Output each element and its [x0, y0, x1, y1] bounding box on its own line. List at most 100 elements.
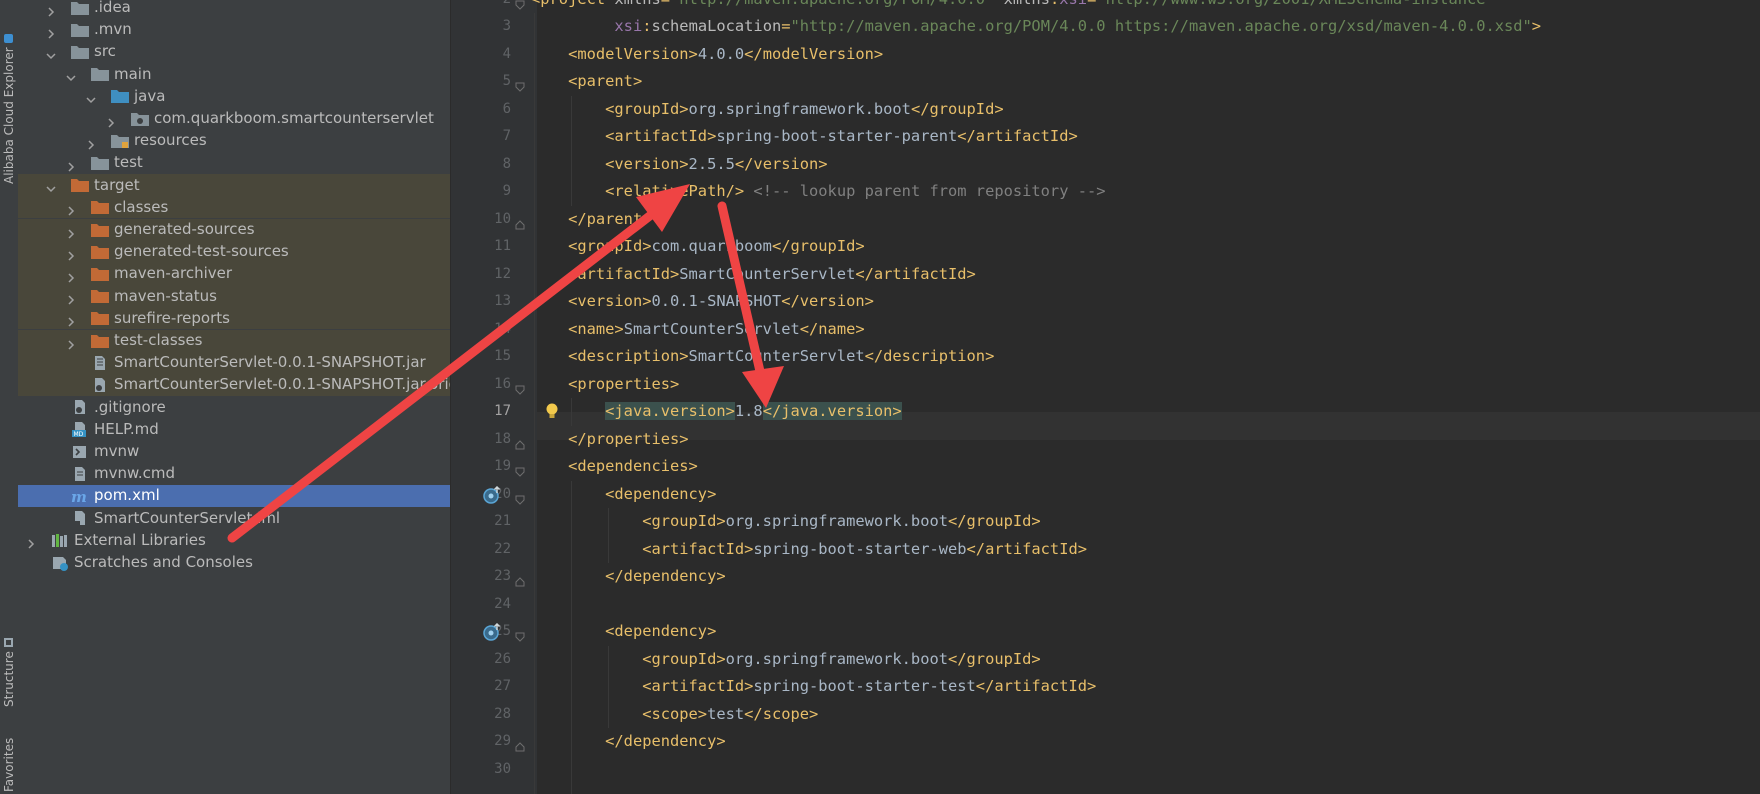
folder-icon — [70, 44, 90, 60]
tree-item[interactable]: test — [18, 152, 450, 174]
cloud-icon — [4, 34, 14, 44]
chevron-right-icon[interactable] — [66, 336, 76, 350]
fold-open-icon[interactable] — [515, 77, 525, 92]
tree-item[interactable]: Scratches and Consoles — [18, 552, 450, 574]
fold-open-icon[interactable] — [515, 380, 525, 395]
tree-item[interactable]: resources — [18, 130, 450, 152]
tree-item[interactable]: .mvn — [18, 19, 450, 41]
code-token: </groupId> — [948, 512, 1041, 530]
excluded-folder-icon — [90, 333, 110, 349]
tree-item[interactable]: classes — [18, 196, 450, 219]
tree-item[interactable]: java — [18, 85, 450, 107]
chevron-right-icon[interactable] — [66, 225, 76, 239]
code-token: 4.0.0 — [697, 44, 745, 63]
tree-item[interactable]: generated-test-sources — [18, 240, 450, 263]
code-token: spring-boot-starter-parent — [716, 127, 958, 145]
line-number: 16 — [494, 375, 511, 392]
code-token: test — [707, 704, 745, 723]
tree-item[interactable]: .gitignore — [18, 396, 450, 418]
chevron-right-icon[interactable] — [86, 136, 96, 150]
tree-item[interactable]: com.quarkboom.smartcounterservlet — [18, 108, 450, 130]
code-token: 2.5.5 — [688, 154, 735, 173]
tree-item[interactable]: MD HELP.md — [18, 418, 450, 440]
tree-item[interactable]: maven-status — [18, 285, 450, 308]
code-token: </version> — [734, 154, 828, 173]
maven-pom-icon: m — [70, 488, 90, 504]
chevron-right-icon[interactable] — [66, 269, 76, 283]
chevron-right-icon[interactable] — [66, 202, 76, 216]
code-token: schemaLocation — [651, 17, 782, 35]
code-token: org.springframework.boot — [725, 649, 948, 668]
line-number: 4 — [502, 45, 511, 62]
chevron-right-icon[interactable] — [26, 535, 36, 549]
fold-open-icon[interactable] — [515, 0, 525, 10]
fold-close-icon[interactable] — [515, 572, 525, 587]
tree-item[interactable]: target — [18, 174, 450, 197]
tree-item[interactable]: .idea — [18, 0, 450, 19]
tree-item[interactable]: mvnw.cmd — [18, 463, 450, 485]
package-icon — [130, 111, 150, 127]
chevron-down-icon[interactable] — [86, 91, 96, 104]
code-line: <version>0.0.1-SNAPSHOT</version> — [531, 288, 874, 316]
tree-item[interactable]: surefire-reports — [18, 307, 450, 330]
code-token: <dependencies> — [568, 457, 698, 475]
fold-open-icon[interactable] — [515, 627, 525, 642]
structure-tab[interactable]: Structure — [0, 630, 18, 715]
chevron-right-icon[interactable] — [66, 291, 76, 305]
code-token: xsi — [614, 17, 643, 35]
fold-close-icon[interactable] — [515, 215, 525, 229]
excluded-folder-icon — [90, 244, 110, 260]
line-number: 10 — [494, 210, 511, 227]
maven-dependency-gutter-icon[interactable] — [483, 622, 503, 645]
fold-open-icon[interactable] — [515, 490, 525, 505]
chevron-down-icon[interactable] — [46, 180, 56, 193]
tree-item[interactable]: main — [18, 63, 450, 85]
svg-text:MD: MD — [74, 431, 84, 437]
cloud-explorer-tab[interactable]: Alibaba Cloud Explorer — [0, 34, 18, 184]
tree-item[interactable]: SmartCounterServlet.iml — [18, 507, 450, 529]
chevron-right-icon[interactable] — [66, 313, 76, 327]
code-token: <version> — [568, 292, 652, 310]
code-token: <groupId> — [642, 649, 726, 668]
tree-item[interactable]: m pom.xml — [18, 484, 450, 508]
tree-item[interactable]: src — [18, 41, 450, 63]
tree-item[interactable]: mvnw — [18, 441, 450, 463]
tree-item[interactable]: maven-archiver — [18, 262, 450, 286]
code-token: : — [642, 17, 652, 35]
code-token: <!-- lookup parent from repository --> — [753, 182, 1106, 200]
tree-item[interactable]: External Libraries — [18, 529, 450, 551]
cmd-file-icon — [70, 466, 90, 482]
chevron-right-icon[interactable] — [106, 114, 116, 128]
code-token: xmlns — [614, 0, 660, 8]
favorites-tab[interactable]: Favorites — [0, 735, 18, 794]
code-token: </artifactId> — [975, 677, 1097, 695]
maven-dependency-gutter-icon[interactable] — [483, 485, 503, 508]
excluded-folder-icon — [90, 310, 110, 326]
tree-item[interactable]: SmartCounterServlet-0.0.1-SNAPSHOT.jar.o… — [18, 373, 450, 397]
code-token: </artifactId> — [966, 539, 1087, 558]
fold-open-icon[interactable] — [515, 462, 525, 477]
code-token: </dependency> — [605, 732, 726, 750]
chevron-down-icon[interactable] — [66, 69, 76, 82]
tree-item[interactable]: generated-sources — [18, 218, 450, 241]
fold-close-icon[interactable] — [515, 435, 525, 449]
chevron-right-icon[interactable] — [66, 158, 76, 172]
chevron-right-icon[interactable] — [46, 25, 56, 39]
code-token: com.quarkboom — [651, 237, 772, 255]
chevron-right-icon[interactable] — [46, 3, 56, 17]
chevron-right-icon[interactable] — [66, 247, 76, 261]
tree-item[interactable]: SmartCounterServlet-0.0.1-SNAPSHOT.jar — [18, 351, 450, 374]
chevron-down-icon[interactable] — [46, 47, 56, 60]
tree-item[interactable]: test-classes — [18, 329, 450, 352]
fold-close-icon[interactable] — [515, 737, 525, 752]
code-editor[interactable]: 2345678910111213141516171819202122232425… — [451, 0, 1760, 794]
